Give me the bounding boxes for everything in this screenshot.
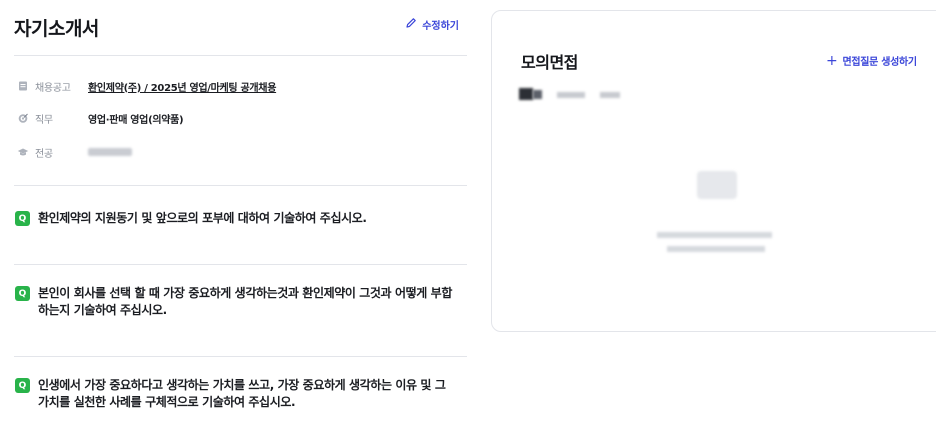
question-item[interactable]: Q 인생에서 가장 중요하다고 생각하는 가치를 쓰고, 가장 중요하게 생각하… (15, 377, 455, 411)
question-divider (14, 356, 467, 357)
info-label-posting: 채용공고 (35, 82, 71, 94)
question-text: 환인제약의 지원동기 및 앞으로의 포부에 대하여 기술하여 주십시오. (38, 211, 367, 225)
page-title: 자기소개서 (14, 18, 99, 40)
redacted-meta (557, 92, 585, 98)
mock-interview-card: 모의면접 + 면접질문 생성하기 (491, 10, 936, 332)
graduation-cap-icon (16, 145, 30, 159)
edit-button[interactable]: 수정하기 (405, 17, 459, 32)
redacted-major (88, 148, 132, 156)
card-title: 모의면접 (521, 53, 578, 72)
redacted-name (533, 90, 542, 99)
generate-questions-label: 면접질문 생성하기 (842, 57, 917, 68)
info-row-role: 직무 영업·판매 영업(의약품) (16, 110, 184, 126)
avatar (519, 88, 533, 100)
question-divider (14, 264, 467, 265)
plus-icon: + (826, 52, 838, 69)
info-value-role: 영업·판매 영업(의약품) (88, 114, 184, 126)
info-divider (14, 185, 467, 186)
info-label-role: 직무 (35, 114, 53, 126)
question-badge: Q (15, 378, 30, 393)
question-badge: Q (15, 211, 30, 226)
redacted-empty-text (667, 246, 765, 252)
target-icon (16, 111, 30, 125)
question-badge: Q (15, 286, 30, 301)
redacted-meta (600, 92, 620, 98)
resume-panel: 자기소개서 수정하기 채용공고 환인제약(주) / 2025년 영업/마케팅 공… (12, 0, 467, 445)
header-divider (14, 55, 467, 56)
resume-header: 자기소개서 수정하기 (14, 14, 467, 42)
question-item[interactable]: Q 본인이 회사를 선택 할 때 가장 중요하게 생각하는것과 환인제약이 그것… (15, 285, 455, 319)
generate-questions-button[interactable]: + 면접질문 생성하기 (826, 52, 917, 69)
job-posting-link[interactable]: 환인제약(주) / 2025년 영업/마케팅 공개채용 (88, 79, 276, 94)
info-row-major: 전공 (16, 144, 132, 160)
question-item[interactable]: Q 환인제약의 지원동기 및 앞으로의 포부에 대하여 기술하여 주십시오. (15, 210, 455, 227)
info-row-posting: 채용공고 환인제약(주) / 2025년 영업/마케팅 공개채용 (16, 78, 276, 94)
empty-state-icon (697, 171, 737, 199)
info-label-major: 전공 (35, 148, 53, 160)
question-text: 본인이 회사를 선택 할 때 가장 중요하게 생각하는것과 환인제약이 그것과 … (38, 286, 452, 317)
document-icon (16, 79, 30, 93)
question-text: 인생에서 가장 중요하다고 생각하는 가치를 쓰고, 가장 중요하게 생각하는 … (38, 378, 446, 409)
edit-button-label: 수정하기 (422, 21, 459, 32)
redacted-empty-text (657, 232, 772, 238)
pencil-icon (405, 17, 417, 32)
